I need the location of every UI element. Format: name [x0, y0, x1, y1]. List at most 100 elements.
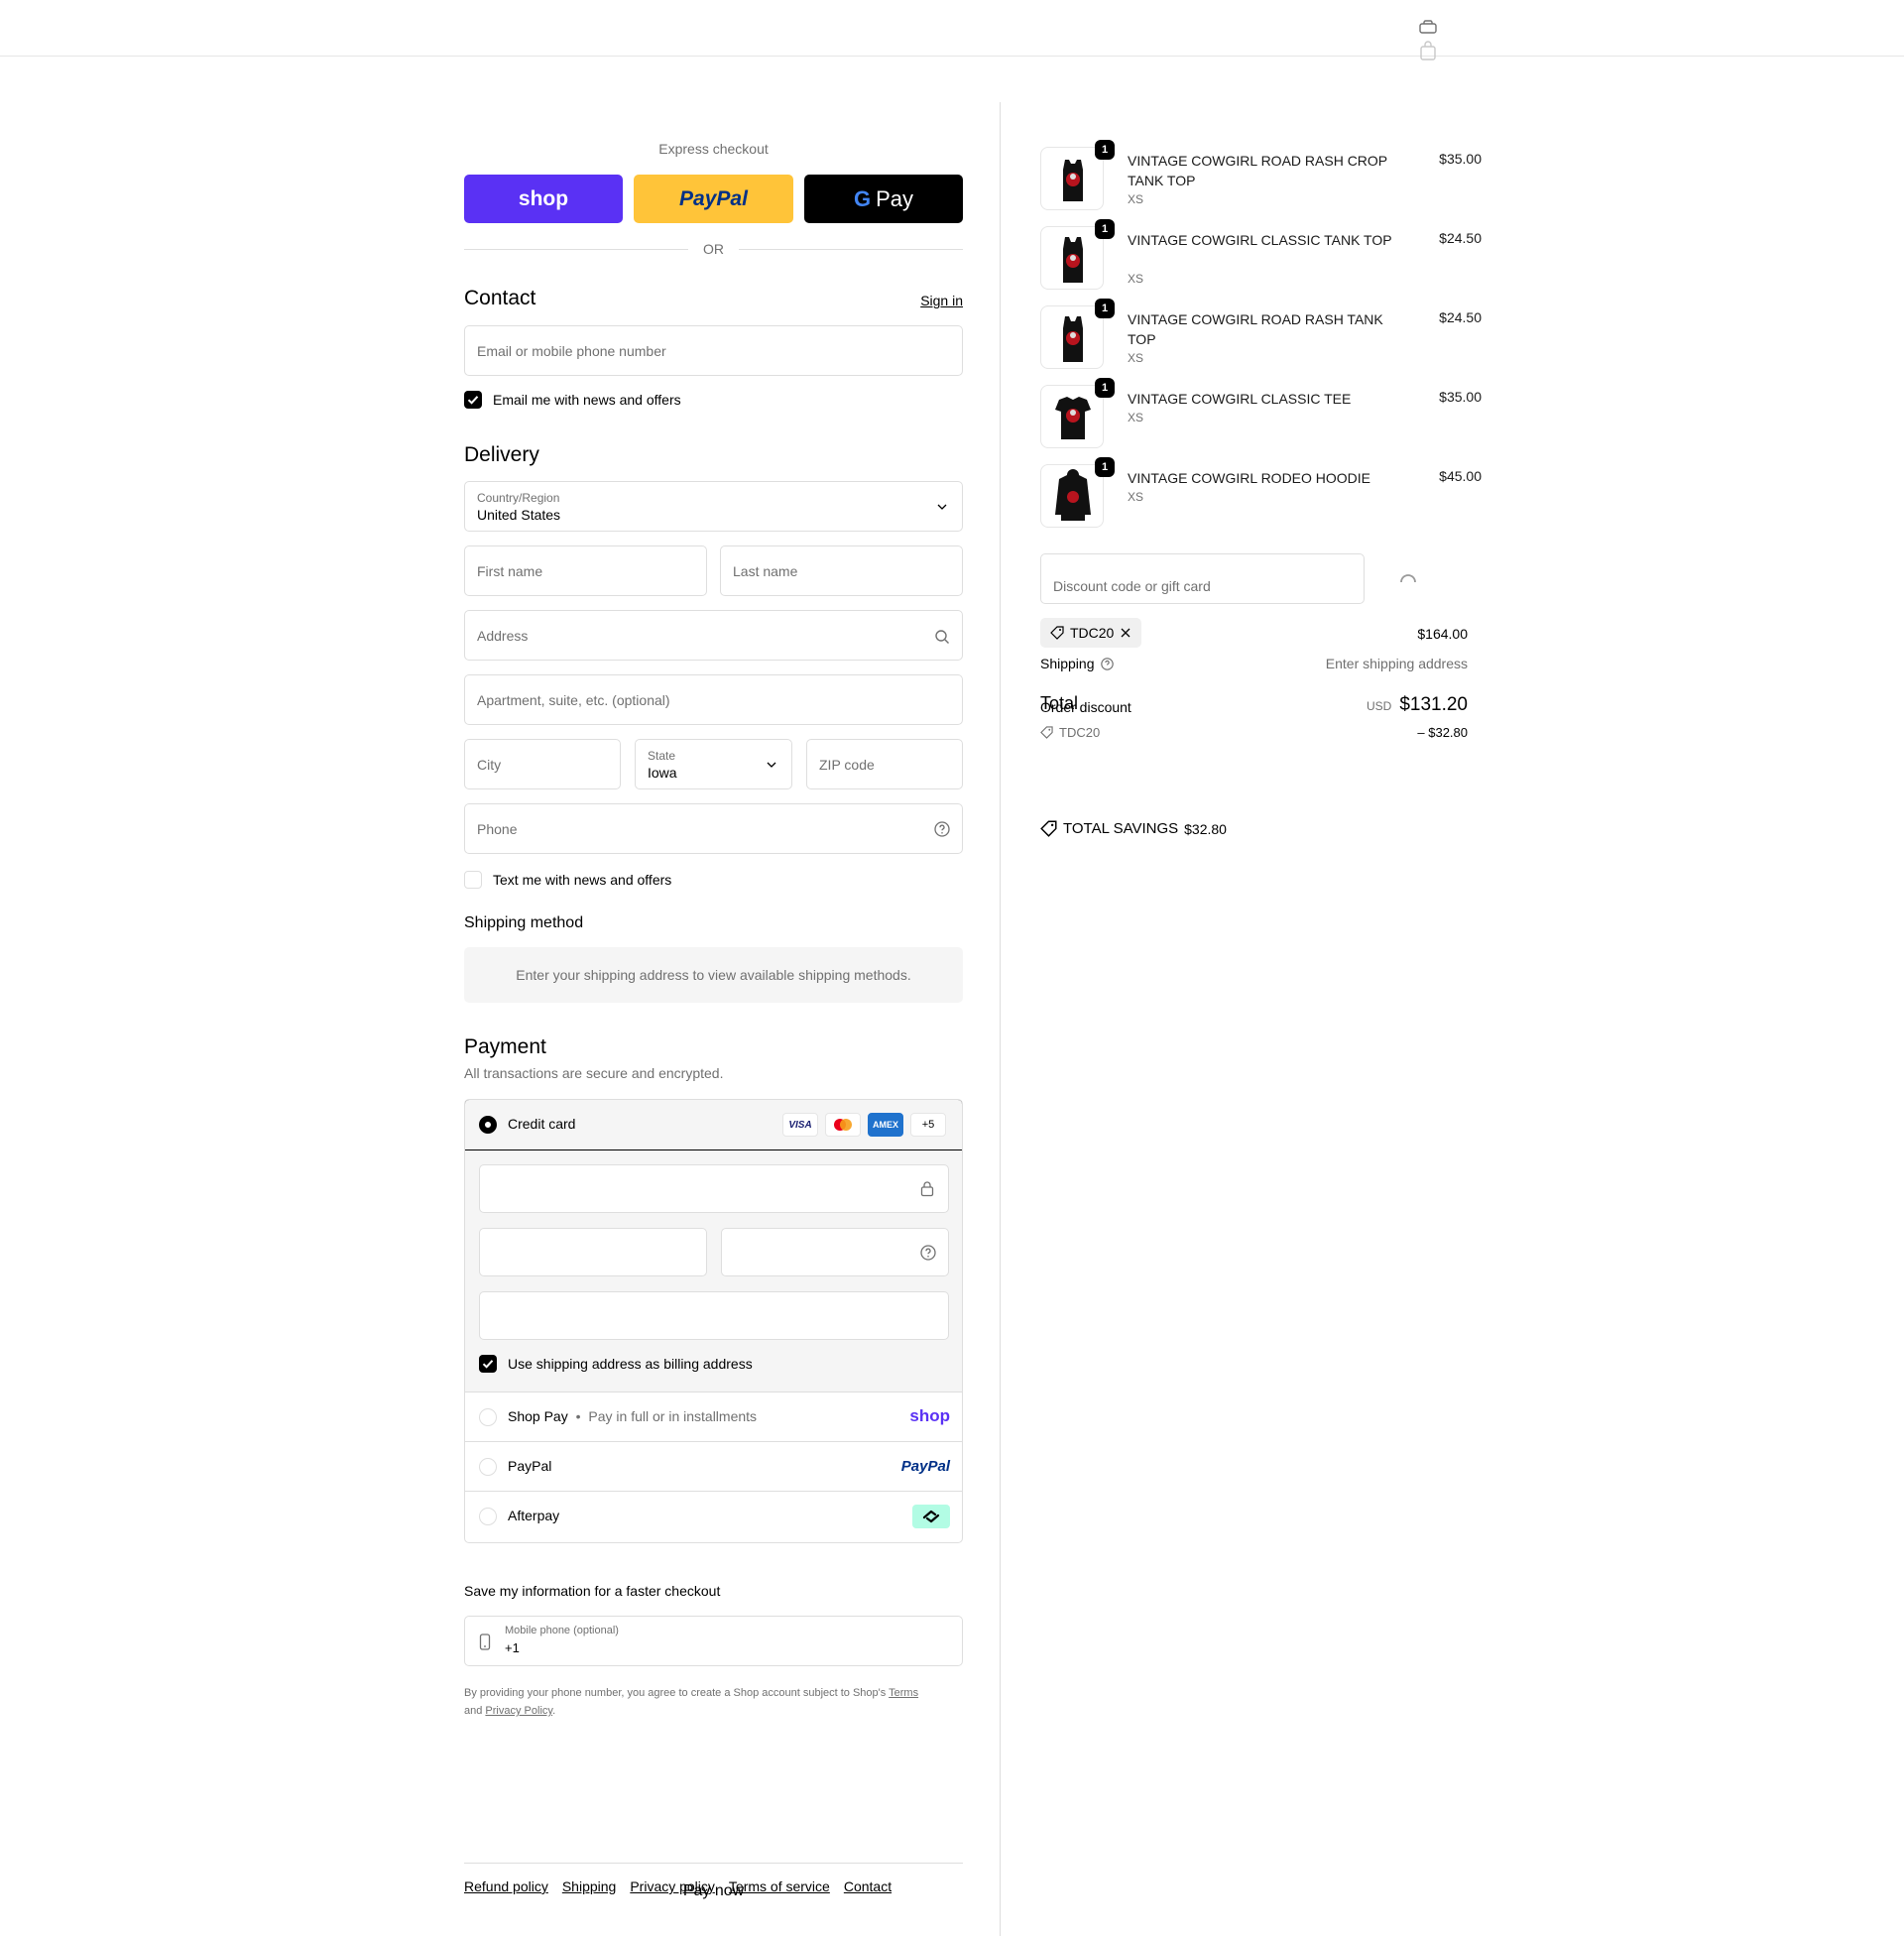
item-variant: XS: [1128, 351, 1144, 365]
last-name-placeholder: Last name: [733, 563, 798, 579]
google-pay-express-button[interactable]: G Pay: [804, 175, 963, 223]
checkmark-icon: [467, 396, 479, 405]
paypal-label: PayPal: [508, 1458, 552, 1474]
expiration-date-field[interactable]: [479, 1228, 707, 1276]
city-field[interactable]: City: [464, 739, 621, 789]
country-select[interactable]: Country/Region United States: [464, 481, 963, 532]
privacy-policy-link[interactable]: Privacy Policy: [485, 1705, 552, 1717]
order-discount-label: Order discount: [1040, 699, 1131, 715]
help-icon[interactable]: [934, 821, 950, 837]
item-name: VINTAGE COWGIRL ROAD RASH CROP TANK TOP: [1128, 153, 1387, 188]
first-name-field[interactable]: First name: [464, 545, 707, 596]
afterpay-option[interactable]: Afterpay: [465, 1492, 962, 1542]
footer-divider: [464, 1863, 963, 1864]
shipping-label: Shipping: [1040, 656, 1095, 671]
shipping-method-notice: Enter your shipping address to view avai…: [464, 947, 963, 1003]
credit-card-radio[interactable]: [479, 1116, 497, 1134]
amex-icon: AMEX: [868, 1113, 903, 1137]
item-name: VINTAGE COWGIRL RODEO HOODIE: [1128, 470, 1371, 486]
phone-field[interactable]: Phone: [464, 803, 963, 854]
shipping-value: Enter shipping address: [1325, 656, 1468, 671]
search-icon: [935, 630, 949, 644]
security-code-field[interactable]: [721, 1228, 949, 1276]
payment-methods: Credit card VISA AMEX +5 Use shipping ad…: [464, 1099, 963, 1543]
item-variant: XS: [1128, 411, 1144, 424]
address-field[interactable]: Address: [464, 610, 963, 661]
contact-link[interactable]: Contact: [844, 1878, 892, 1894]
shopping-bag-icon[interactable]: [1419, 41, 1437, 60]
text-news-checkbox[interactable]: [464, 871, 482, 889]
quantity-badge: 1: [1095, 219, 1115, 239]
item-name: VINTAGE COWGIRL CLASSIC TANK TOP: [1128, 232, 1392, 248]
privacy-policy-link[interactable]: Privacy policy: [630, 1878, 715, 1894]
total-savings-value: $32.80: [1184, 820, 1227, 837]
product-image: [1040, 147, 1104, 210]
state-select[interactable]: State Iowa: [635, 739, 792, 789]
product-image: [1040, 305, 1104, 369]
shop-pay-express-button[interactable]: shop: [464, 175, 623, 223]
mobile-phone-icon: [479, 1634, 491, 1650]
shop-pay-radio[interactable]: [479, 1408, 497, 1426]
lock-icon: [920, 1181, 934, 1197]
item-price: $24.50: [1439, 309, 1482, 325]
terms-of-service-link[interactable]: Terms of service: [729, 1878, 830, 1894]
tag-icon: [1040, 820, 1057, 837]
paypal-option[interactable]: PayPal PayPal: [465, 1442, 962, 1492]
paypal-logo: PayPal: [679, 186, 748, 210]
cart-item: 1 VINTAGE COWGIRL CLASSIC TANK TOP XS $2…: [1040, 219, 1482, 296]
refund-policy-link[interactable]: Refund policy: [464, 1878, 548, 1894]
terms-link[interactable]: Terms: [889, 1687, 918, 1699]
help-icon[interactable]: [920, 1245, 936, 1261]
credit-card-option[interactable]: Credit card VISA AMEX +5: [465, 1100, 962, 1150]
paypal-express-button[interactable]: PayPal: [634, 175, 793, 223]
total-savings: TOTAL SAVINGS $32.80: [1040, 820, 1227, 837]
delivery-heading: Delivery: [464, 443, 539, 466]
header: [0, 0, 1904, 60]
account-icon[interactable]: [1419, 20, 1437, 34]
mobile-phone-field[interactable]: Mobile phone (optional) +1: [464, 1616, 963, 1666]
cart-item: 1 VINTAGE COWGIRL ROAD RASH TANK TOP XS …: [1040, 299, 1482, 375]
shop-pay-option[interactable]: Shop Pay • Pay in full or in installment…: [465, 1392, 962, 1442]
afterpay-logo: [912, 1505, 950, 1528]
country-label: Country/Region: [477, 491, 560, 505]
close-icon[interactable]: [1120, 627, 1131, 639]
email-news-checkbox[interactable]: [464, 391, 482, 409]
name-on-card-field[interactable]: [479, 1291, 949, 1340]
item-price: $35.00: [1439, 389, 1482, 405]
help-icon[interactable]: [1100, 657, 1114, 670]
subtotal-value: $164.00: [1417, 626, 1468, 642]
country-value: United States: [477, 507, 561, 523]
discount-tag-code: TDC20: [1070, 625, 1115, 641]
visa-icon: VISA: [782, 1113, 818, 1137]
shop-pay-subtitle: Pay in full or in installments: [588, 1408, 758, 1424]
contact-heading: Contact: [464, 287, 536, 309]
total-value: $131.20: [1399, 694, 1468, 715]
discount-code-label: TDC20: [1059, 725, 1101, 740]
item-variant: XS: [1128, 272, 1144, 286]
item-price: $24.50: [1439, 230, 1482, 246]
tag-icon: [1050, 626, 1064, 640]
credit-card-label: Credit card: [508, 1116, 576, 1132]
shipping-method-heading: Shipping method: [464, 914, 584, 931]
email-field[interactable]: Email or mobile phone number: [464, 325, 963, 376]
apartment-field[interactable]: Apartment, suite, etc. (optional): [464, 674, 963, 725]
zip-field[interactable]: ZIP code: [806, 739, 963, 789]
discount-code-field[interactable]: Discount code or gift card: [1040, 553, 1365, 604]
afterpay-radio[interactable]: [479, 1508, 497, 1525]
divider: [464, 249, 688, 250]
shipping-policy-link[interactable]: Shipping: [562, 1878, 617, 1894]
shop-disclaimer: By providing your phone number, you agre…: [464, 1687, 919, 1717]
card-number-field[interactable]: [479, 1164, 949, 1213]
sign-in-link[interactable]: Sign in: [920, 293, 963, 308]
payment-subtitle: All transactions are secure and encrypte…: [464, 1065, 724, 1081]
loading-spinner-icon: [1400, 574, 1416, 583]
last-name-field[interactable]: Last name: [720, 545, 963, 596]
state-label: State: [648, 749, 676, 763]
billing-address-label: Use shipping address as billing address: [508, 1356, 753, 1372]
more-cards-badge: +5: [910, 1113, 946, 1137]
checkout-main: Express checkout shop PayPal G Pay OR Co…: [0, 102, 1002, 1936]
billing-address-checkbox[interactable]: [479, 1355, 497, 1373]
payment-heading: Payment: [464, 1035, 546, 1058]
cart-item: 1 VINTAGE COWGIRL CLASSIC TEE XS $35.00: [1040, 378, 1482, 454]
paypal-radio[interactable]: [479, 1458, 497, 1476]
